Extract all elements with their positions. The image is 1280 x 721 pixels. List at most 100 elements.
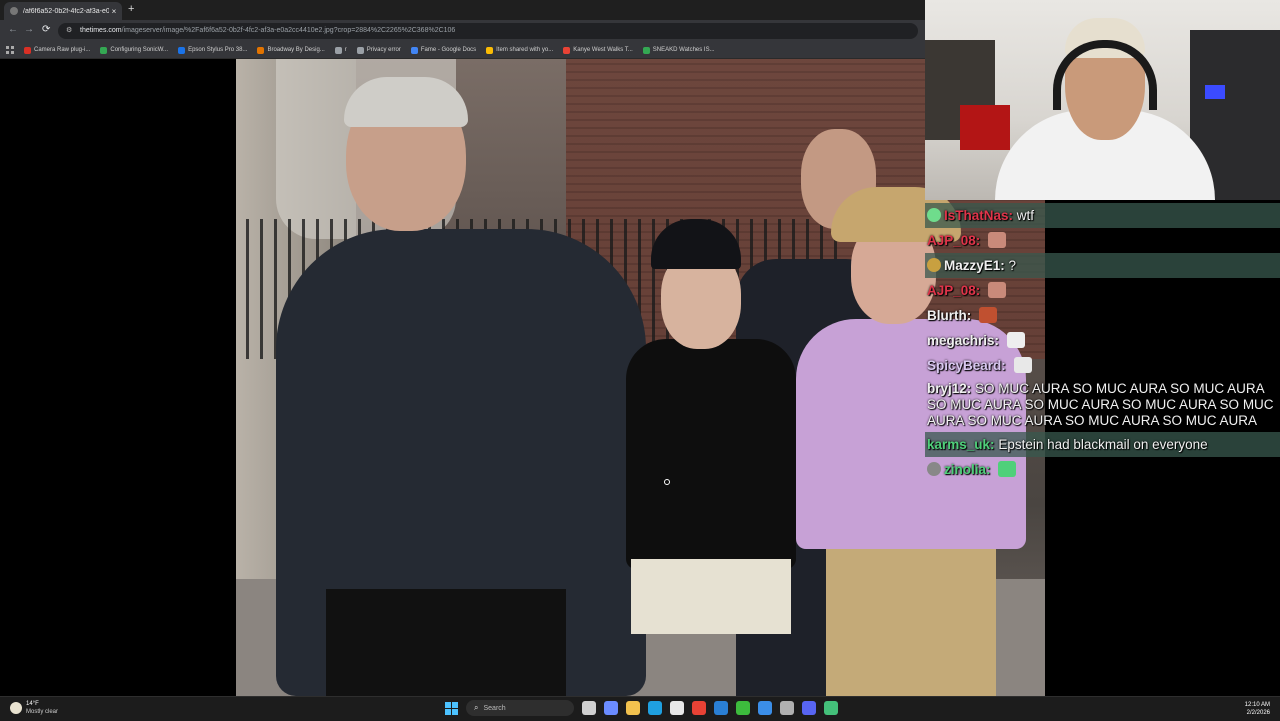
task-view-icon[interactable] [582,701,596,715]
bookmark-item[interactable]: SNEAKD Watches IS... [642,46,715,54]
apps-grid-icon[interactable] [6,46,14,54]
windows-start-icon[interactable] [445,701,458,715]
back-button[interactable]: ← [8,24,18,35]
chat-separator: : [1008,208,1014,223]
browser-tab[interactable]: /af6f6a52-0b2f-4fc2-af3a-e0a2... × [4,2,122,20]
chat-message: zinolia: [925,457,1280,482]
xbox-icon[interactable] [736,701,750,715]
chat-separator: : [975,233,981,248]
address-bar[interactable]: ⚙ thetimes.com/imageserver/image/%2Faf6f6… [58,23,918,39]
bookmark-label: SNEAKD Watches IS... [652,47,715,53]
taskbar: 14°F Mostly clear ⌕ Search 12:10 AM 2/2/… [0,696,1280,721]
url-domain: thetimes.com [80,27,122,34]
bookmark-item[interactable]: Epson Stylus Pro 38... [178,46,248,54]
chat-text: Epstein had blackmail on everyone [998,437,1208,452]
chat-username[interactable]: MazzyE1 [944,258,1000,273]
chat-username[interactable]: IsThatNas [944,208,1009,223]
chat-emote-icon [988,232,1007,248]
chat-text: ? [1008,258,1017,273]
system-clock[interactable]: 12:10 AM 2/2/2026 [1245,701,1270,717]
chat-message: Blurth: [925,303,1280,328]
site-info-icon[interactable]: ⚙ [66,23,74,39]
news-photo [236,59,1045,696]
new-tab-button[interactable]: + [128,3,134,15]
vscode-icon[interactable] [714,701,728,715]
bookmark-favicon-icon [100,46,108,54]
search-icon: ⌕ [474,703,479,712]
copilot-icon[interactable] [604,701,618,715]
chat-separator: : [1000,258,1005,273]
chat-username[interactable]: megachris [927,333,995,348]
settings-icon[interactable] [780,701,794,715]
taskbar-search[interactable]: ⌕ Search [466,700,574,716]
bookmark-label: Item shared with yo... [496,47,554,53]
chat-emote-icon [988,282,1007,298]
chat-emote-icon [1006,332,1025,348]
bookmark-item[interactable]: Fame - Google Docs [410,46,477,54]
chat-username[interactable]: zinolia [944,462,986,477]
tab-title: /af6f6a52-0b2f-4fc2-af3a-e0a2... [23,7,109,15]
chat-username[interactable]: SpicyBeard [927,358,1001,373]
chat-emote-icon [998,461,1017,477]
file-explorer-icon[interactable] [626,701,640,715]
chat-text: SO MUC AURA SO MUC AURA SO MUC AURA SO M… [927,381,1274,428]
chat-username[interactable]: AJP_08 [927,233,976,248]
edge-icon[interactable] [648,701,662,715]
chat-badge-icon [927,208,941,222]
chat-separator: : [966,381,972,396]
chat-emote-icon [1013,357,1032,373]
weather-widget[interactable]: 14°F Mostly clear [10,700,58,716]
bookmark-label: Privacy error [366,47,401,53]
chat-text: wtf [1016,208,1035,223]
reload-button[interactable]: ⟳ [42,24,50,35]
bookmark-label: Epson Stylus Pro 38... [188,47,248,53]
clock-time: 12:10 AM [1244,702,1270,708]
bookmark-item[interactable]: Item shared with yo... [486,46,554,54]
bookmark-favicon-icon [486,46,494,54]
streamer-webcam [925,0,1280,200]
bookmark-item[interactable]: Kanye West Walks T... [563,46,633,54]
chat-username[interactable]: karms_uk [927,437,990,452]
bookmark-item[interactable]: Privacy error [356,46,401,54]
bookmark-label: Fame - Google Docs [420,47,477,53]
tab-close-icon[interactable]: × [109,7,119,16]
image-viewer [0,59,1045,696]
chat-username[interactable]: AJP_08 [927,283,976,298]
weather-condition: Mostly clear [26,709,59,715]
bookmark-label: Kanye West Walks T... [573,47,633,53]
chat-message: AJP_08: [925,278,1280,303]
chat-username[interactable]: bryj12 [927,381,967,396]
chat-message: karms_uk: Epstein had blackmail on every… [925,432,1280,457]
browser-toolbar: ← → ⟳ ⚙ thetimes.com/imageserver/image/%2… [0,20,925,42]
tab-favicon-icon [10,7,18,15]
chat-username[interactable]: Blurth [927,308,967,323]
bookmark-item[interactable]: Configuring SonicW... [100,46,168,54]
temperature: 14°F [26,701,39,707]
chat-separator: : [975,283,981,298]
bookmark-favicon-icon [178,46,186,54]
bookmark-favicon-icon [356,46,364,54]
bookmark-favicon-icon [563,46,571,54]
moon-icon [10,702,22,714]
mouse-cursor [664,479,670,485]
chat-separator: : [966,308,972,323]
taskbar-center: ⌕ Search [445,700,846,716]
bookmark-favicon-icon [642,46,650,54]
bookmark-item[interactable]: Camera Raw plug-i... [24,46,91,54]
chrome-icon[interactable] [692,701,706,715]
bookmark-label: Camera Raw plug-i... [34,47,91,53]
chat-message: MazzyE1: ? [925,253,1280,278]
bookmark-item[interactable]: r [334,46,347,54]
chat-separator: : [986,462,991,477]
store-icon[interactable] [670,701,684,715]
chat-message: bryj12: SO MUC AURA SO MUC AURA SO MUC A… [925,378,1280,432]
photos-icon[interactable] [758,701,772,715]
chat-separator: : [994,333,1000,348]
discord-icon[interactable] [802,701,816,715]
forward-button[interactable]: → [24,24,34,35]
obs-icon[interactable] [824,701,838,715]
bookmark-label: r [344,47,347,53]
bookmark-item[interactable]: Broadway By Desig... [257,46,325,54]
bookmark-favicon-icon [410,46,418,54]
chat-separator: : [990,437,995,452]
